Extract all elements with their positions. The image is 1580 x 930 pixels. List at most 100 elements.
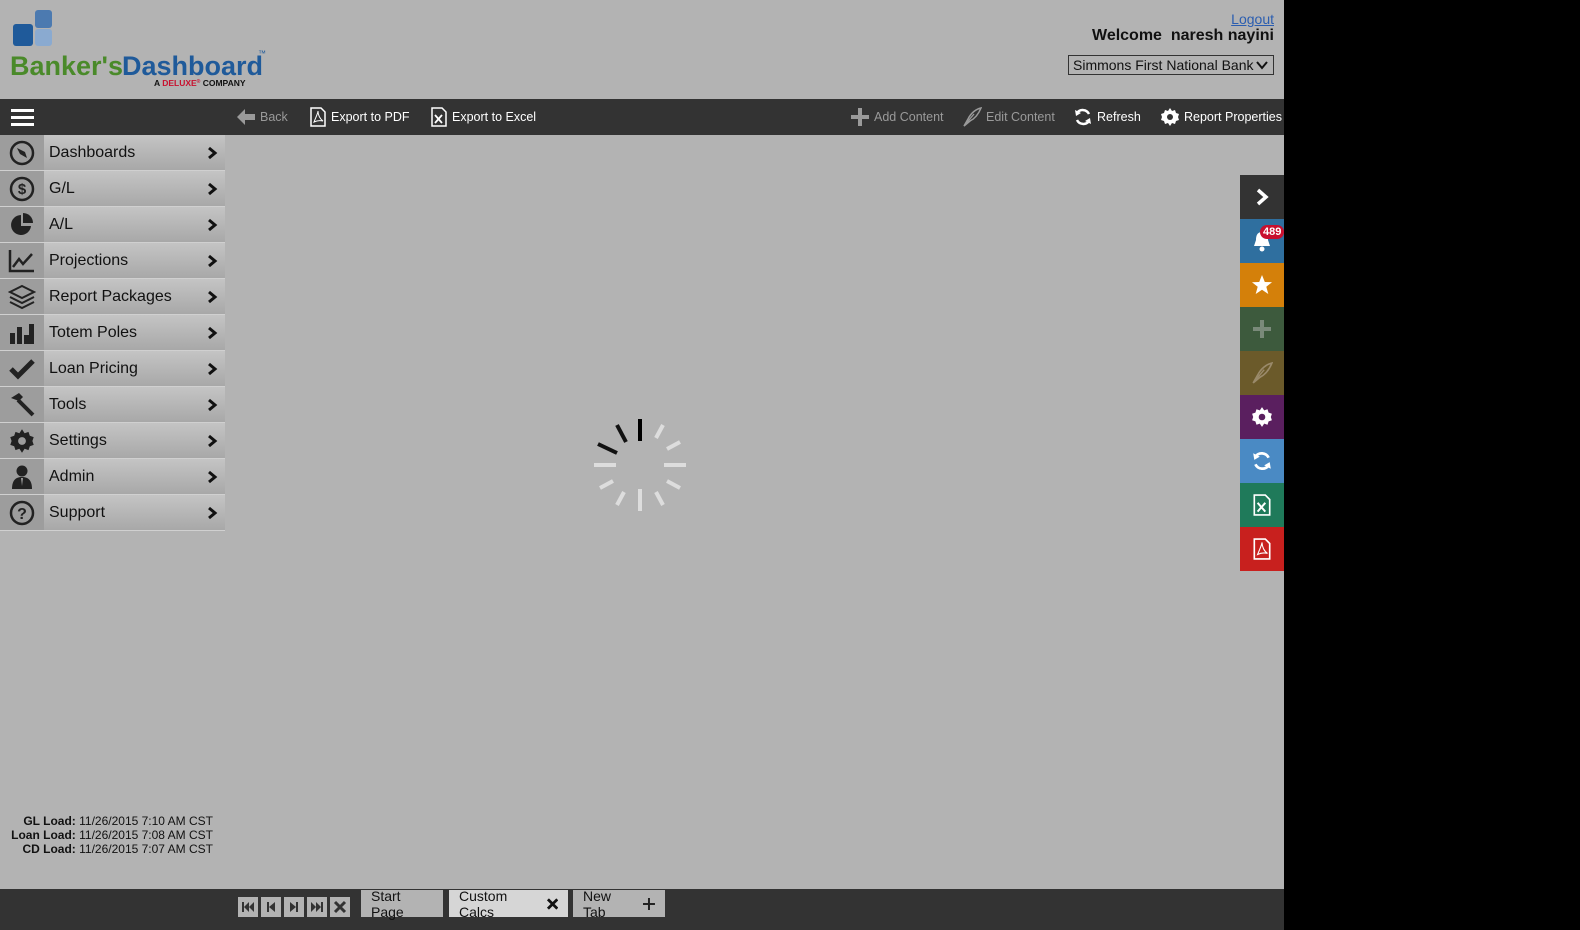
tab-start-page[interactable]: Start Page: [361, 888, 443, 920]
refresh-icon: [1075, 108, 1091, 126]
tab-label: Custom Calcs: [459, 887, 508, 920]
settings-rail-button[interactable]: [1240, 395, 1284, 439]
report-properties-button[interactable]: Report Properties: [1160, 99, 1282, 135]
back-label: Back: [260, 110, 288, 124]
chevron-down-icon: [1256, 61, 1268, 70]
chevron-right-icon: [208, 146, 218, 159]
collapse-rail-button[interactable]: [1240, 175, 1284, 219]
tab-label: New Tab: [583, 887, 612, 920]
quill-icon: [1252, 362, 1273, 384]
main-content: [225, 135, 1284, 889]
logo-mark: Banker's Dashboard ™ A DELUXE® COMPANY: [10, 10, 266, 88]
add-content-rail-button[interactable]: [1240, 307, 1284, 351]
user-icon: [12, 465, 32, 489]
gear-icon: [1252, 407, 1272, 427]
welcome-text: Welcome naresh nayini: [1092, 27, 1274, 44]
export-excel-rail-button[interactable]: [1240, 483, 1284, 527]
sidebar-item-projections[interactable]: Projections: [0, 243, 225, 279]
svg-text:?: ?: [17, 506, 27, 523]
sidebar-item-totem-poles[interactable]: Totem Poles: [0, 315, 225, 351]
bankers-dashboard-logo[interactable]: Banker's Dashboard ™ A DELUXE® COMPANY: [10, 8, 272, 88]
edit-content-label: Edit Content: [986, 110, 1055, 124]
next-tab-button[interactable]: [284, 897, 304, 917]
gear-icon: [1161, 108, 1179, 126]
svg-text:$: $: [18, 181, 27, 198]
star-icon: [1252, 275, 1272, 294]
gl-load: GL Load: 11/26/2015 7:10 AM CST: [23, 814, 213, 828]
tab-bar: Start Page Custom Calcs New Tab: [0, 887, 1284, 930]
logout-link[interactable]: Logout: [1231, 11, 1274, 27]
logo-tagline: A DELUXE® COMPANY: [154, 78, 246, 88]
first-tab-button[interactable]: [238, 897, 258, 917]
chevron-right-icon: [208, 254, 218, 267]
refresh-button[interactable]: Refresh: [1073, 99, 1141, 135]
bank-select[interactable]: Simmons First National Bank: [1068, 55, 1274, 75]
sidebar-item-label: G/L: [49, 179, 75, 197]
plus-icon: [1253, 320, 1271, 338]
export-pdf-rail-button[interactable]: [1240, 527, 1284, 571]
cd-load: CD Load: 11/26/2015 7:07 AM CST: [22, 842, 213, 856]
export-excel-button[interactable]: Export to Excel: [430, 99, 536, 135]
refresh-rail-button[interactable]: [1240, 439, 1284, 483]
add-content-button[interactable]: Add Content: [850, 99, 944, 135]
question-icon: ?: [9, 500, 35, 525]
toolbar: Back Export to PDF Export to Excel Add C…: [0, 99, 1284, 135]
tab-custom-calcs[interactable]: Custom Calcs: [449, 887, 568, 920]
logo-trademark: ™: [258, 49, 266, 58]
sidebar-item-label: Admin: [49, 467, 95, 485]
notification-count-badge: 489: [1260, 225, 1284, 239]
chevron-right-icon: [208, 506, 218, 519]
app-window: Banker's Dashboard ™ A DELUXE® COMPANY L…: [0, 0, 1284, 930]
favorites-button[interactable]: [1240, 263, 1284, 307]
sidebar-item-support[interactable]: ? Support: [0, 495, 225, 531]
bar-chart-icon: [10, 323, 34, 344]
loan-load: Loan Load: 11/26/2015 7:08 AM CST: [11, 828, 213, 842]
sidebar-item-report-packages[interactable]: Report Packages: [0, 279, 225, 315]
sidebar-item-label: Loan Pricing: [49, 359, 138, 377]
export-pdf-button[interactable]: Export to PDF: [309, 99, 410, 135]
step-back-icon: [267, 902, 275, 912]
header: Banker's Dashboard ™ A DELUXE® COMPANY L…: [0, 0, 1284, 99]
close-icon: [333, 900, 347, 914]
pdf-file-icon: [310, 107, 326, 127]
chevron-right-icon: [208, 326, 218, 339]
plus-icon: [643, 897, 655, 910]
check-icon: [9, 358, 35, 380]
loading-spinner: [594, 419, 686, 511]
chevron-right-icon: [208, 362, 218, 375]
export-pdf-label: Export to PDF: [331, 110, 410, 124]
sidebar-item-label: Projections: [49, 251, 129, 269]
previous-tab-button[interactable]: [261, 897, 281, 917]
export-excel-label: Export to Excel: [452, 110, 537, 124]
last-tab-button[interactable]: [307, 897, 327, 917]
sidebar-item-al[interactable]: A/L: [0, 207, 225, 243]
edit-content-button[interactable]: Edit Content: [962, 99, 1055, 135]
notifications-button[interactable]: 489: [1240, 219, 1284, 263]
sidebar-item-loan-pricing[interactable]: Loan Pricing: [0, 351, 225, 387]
chevron-right-icon: [208, 398, 218, 411]
sidebar-item-dashboards[interactable]: Dashboards: [0, 135, 225, 171]
sidebar: Dashboards $ G/L A/L Projections Report …: [0, 135, 225, 889]
sidebar-item-label: Dashboards: [49, 143, 136, 161]
sidebar-item-label: Support: [49, 503, 106, 521]
sidebar-item-gl[interactable]: $ G/L: [0, 171, 225, 207]
edit-content-rail-button[interactable]: [1240, 351, 1284, 395]
plus-icon: [851, 108, 869, 126]
logo-text-dashboard: Dashboard: [122, 51, 263, 81]
pie-icon: [11, 212, 33, 235]
sidebar-item-settings[interactable]: Settings: [0, 423, 225, 459]
chevron-right-icon: [208, 218, 218, 231]
compass-icon: [9, 140, 35, 165]
sidebar-item-tools[interactable]: Tools: [0, 387, 225, 423]
bank-select-value: Simmons First National Bank: [1073, 57, 1254, 73]
gear-icon: [10, 428, 34, 453]
add-content-label: Add Content: [874, 110, 944, 124]
close-tab-icon[interactable]: [546, 897, 558, 910]
close-all-tabs-button[interactable]: [330, 897, 350, 917]
back-button[interactable]: Back: [236, 99, 288, 135]
sidebar-item-admin[interactable]: Admin: [0, 459, 225, 495]
report-properties-label: Report Properties: [1184, 110, 1282, 124]
tab-new-tab[interactable]: New Tab: [573, 887, 665, 920]
menu-icon[interactable]: [11, 109, 34, 126]
skip-first-icon: [242, 902, 254, 912]
